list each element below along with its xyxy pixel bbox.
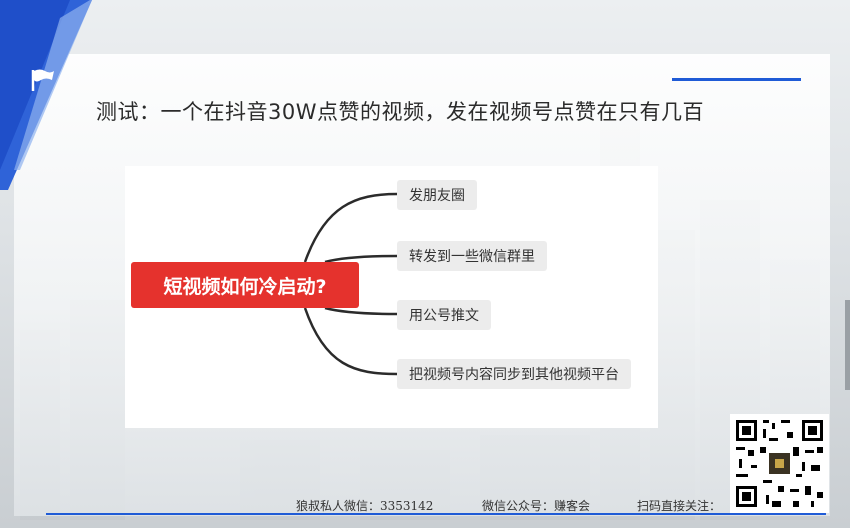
mindmap-branch-3: 用公号推文 xyxy=(397,300,491,330)
mindmap-branch-4: 把视频号内容同步到其他视频平台 xyxy=(397,359,631,389)
slide-title: 测试：一个在抖音30W点赞的视频，发在视频号点赞在只有几百 xyxy=(96,100,704,124)
qr-code xyxy=(730,414,829,513)
flag-icon xyxy=(31,69,54,91)
scrollbar-handle[interactable] xyxy=(845,300,850,390)
mindmap-branch-1: 发朋友圈 xyxy=(397,180,477,210)
blue-corner-decoration xyxy=(0,0,92,190)
footer-scan-prompt: 扫码直接关注： xyxy=(637,499,722,513)
mindmap-root-node: 短视频如何冷启动? xyxy=(131,262,359,308)
footer-wechat: 狼叔私人微信：3353142 xyxy=(296,499,434,513)
title-accent-rule xyxy=(672,78,801,81)
mindmap-branch-2: 转发到一些微信群里 xyxy=(397,241,547,271)
mindmap-image: 短视频如何冷启动? 发朋友圈 转发到一些微信群里 用公号推文 把视频号内容同步到… xyxy=(125,166,658,428)
footer-public-account: 微信公众号：赚客会 xyxy=(482,499,591,513)
footer-rule xyxy=(46,513,826,515)
